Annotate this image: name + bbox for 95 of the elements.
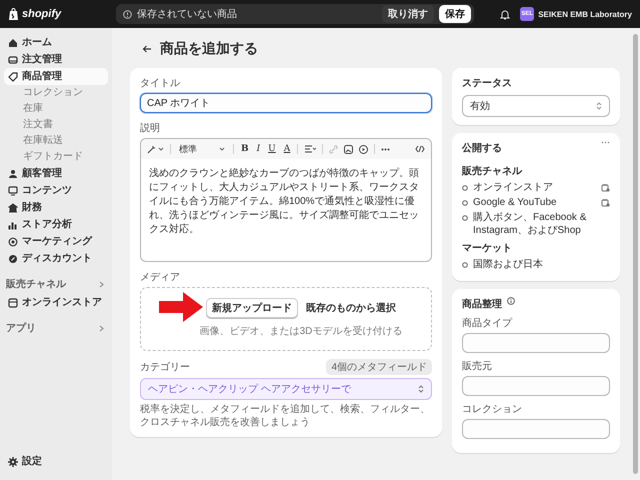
nav-item[interactable]: ホーム — [4, 34, 108, 51]
field-label: メディア — [140, 271, 181, 284]
ai-button[interactable] — [147, 144, 164, 154]
nav-item[interactable]: 商品管理 — [4, 68, 108, 85]
chevron-icon[interactable] — [99, 324, 104, 332]
updown-icon — [418, 385, 424, 393]
unsaved-notice: 保存されていない商品 — [137, 8, 237, 21]
field-label: 販売元 — [462, 360, 493, 373]
card-title: 商品整理 — [462, 297, 502, 311]
card-title: 公開する — [462, 142, 502, 155]
code-icon[interactable] — [415, 145, 425, 153]
bell-icon[interactable] — [500, 8, 510, 20]
discount-icon — [8, 254, 18, 264]
circle-icon — [462, 200, 468, 206]
settings-item[interactable]: 設定 — [4, 453, 108, 470]
image-icon[interactable] — [344, 144, 354, 154]
text-field[interactable] — [462, 419, 610, 439]
section-heading: アプリ — [6, 321, 36, 335]
caret-icon — [219, 147, 225, 151]
inbox-icon — [8, 54, 18, 64]
format-dropdown[interactable]: 標準 — [177, 142, 227, 156]
text-field[interactable] — [462, 333, 610, 353]
description-text[interactable]: 浅めのクラウンと絶妙なカーブのつばが特徴のキャップ。頭にフィットし、大人カジュアルやストリート系、ワークスタイルにも合う万能アイテム。綿100%で通気性と吸湿性に優れ、洗うほどヴィンテージ風に。サイズ調整可能でユニセックス対応。 — [141, 159, 431, 261]
nav-item[interactable]: コンテンツ — [4, 182, 108, 199]
upload-button[interactable]: 新規アップロード — [206, 298, 298, 318]
info-icon — [507, 297, 515, 305]
nav-item[interactable]: 顧客管理 — [4, 165, 108, 182]
tag-icon — [8, 72, 18, 82]
bold-button[interactable]: B — [240, 144, 250, 154]
person-icon — [8, 168, 18, 178]
text-field[interactable] — [462, 376, 610, 396]
magic-icon — [147, 144, 156, 154]
section-heading: マーケット — [462, 242, 513, 255]
circle-icon — [462, 185, 468, 191]
field-label: カテゴリー — [140, 361, 190, 374]
chevron-icon[interactable] — [99, 280, 104, 288]
bank-icon — [8, 202, 18, 212]
category-select[interactable]: ヘアピン・ヘアクリップ ヘアアクセサリーで — [140, 378, 432, 400]
page-title: 商品を追加する — [160, 40, 258, 58]
nav-item[interactable]: 注文管理 — [4, 51, 108, 68]
metafield-badge: 4個のメタフィールド — [326, 359, 432, 375]
channel-label: オンラインストア — [473, 181, 554, 194]
field-label: タイトル — [140, 77, 181, 90]
title-field[interactable]: CAP ホワイト — [140, 93, 432, 113]
nav-item[interactable]: マーケティング — [4, 233, 108, 250]
calendar-icon — [601, 183, 610, 192]
category-hint: 税率を決定し、メタフィールドを追加して、検索、フィルター、クロスチャネル販売を改善しましょう — [140, 403, 431, 429]
updown-icon — [596, 102, 602, 110]
bar-chart-icon — [8, 220, 18, 230]
monitor-icon — [8, 186, 18, 196]
store-icon — [8, 298, 18, 308]
field-label: コレクション — [462, 403, 523, 416]
nav-subitem[interactable]: 在庫転送 — [4, 133, 108, 149]
media-hint: 画像、ビデオ、または3Dモデルを受け付ける — [200, 324, 402, 338]
field-label: 説明 — [140, 122, 161, 135]
nav-subitem[interactable]: 注文書 — [4, 117, 108, 133]
circle-icon — [462, 262, 468, 268]
nav-subitem[interactable]: ギフトカード — [4, 149, 108, 165]
circle-icon — [462, 215, 468, 221]
underline-button[interactable]: U — [267, 144, 277, 154]
scrollbar[interactable] — [633, 34, 638, 474]
nav-subitem[interactable]: コレクション — [4, 85, 108, 101]
logo-text: shopify — [22, 8, 62, 20]
save-button[interactable]: 保存 — [439, 5, 472, 23]
status-select[interactable]: 有効 — [462, 95, 610, 117]
section-heading: 販売チャネル — [462, 164, 524, 178]
align-icon[interactable] — [304, 145, 316, 153]
nav-item[interactable]: ディスカウント — [4, 250, 108, 267]
store-name: SEIKEN EMB Laboratory — [538, 10, 632, 18]
gear-icon — [8, 456, 18, 466]
media-dropzone[interactable]: 新規アップロード 既存のものから選択 画像、ビデオ、または3Dモデルを受け付ける — [140, 287, 432, 351]
card-title: ステータス — [462, 77, 513, 90]
nav-item[interactable]: ストア分析 — [4, 216, 108, 233]
caret-icon — [158, 147, 164, 151]
field-label: 商品タイプ — [462, 316, 514, 330]
back-arrow-icon[interactable] — [142, 45, 152, 53]
text-color-button[interactable]: A — [282, 144, 292, 154]
channel-label: 国際および日本 — [473, 258, 544, 271]
section-heading: 販売チャネル — [6, 278, 66, 291]
play-icon[interactable] — [359, 144, 368, 154]
calendar-icon — [601, 198, 610, 207]
channel-label: 購入ボタン、Facebook & Instagram、およびShop — [473, 211, 588, 237]
channel-label: Google & YouTube — [473, 196, 558, 209]
nav-item[interactable]: 財務 — [4, 199, 108, 216]
more-icon[interactable] — [381, 148, 390, 150]
bag-icon — [8, 8, 19, 20]
nav-item[interactable]: オンラインストア — [4, 294, 108, 311]
nav-subitem[interactable]: 在庫 — [4, 101, 108, 117]
home-icon — [8, 38, 18, 48]
discard-button[interactable]: 取り消す — [382, 5, 434, 23]
select-existing-link[interactable]: 既存のものから選択 — [306, 301, 396, 315]
pointer-arrow-drawing — [159, 292, 203, 322]
info-icon — [123, 10, 132, 18]
italic-button[interactable]: I — [256, 144, 262, 154]
target-icon — [8, 236, 18, 246]
